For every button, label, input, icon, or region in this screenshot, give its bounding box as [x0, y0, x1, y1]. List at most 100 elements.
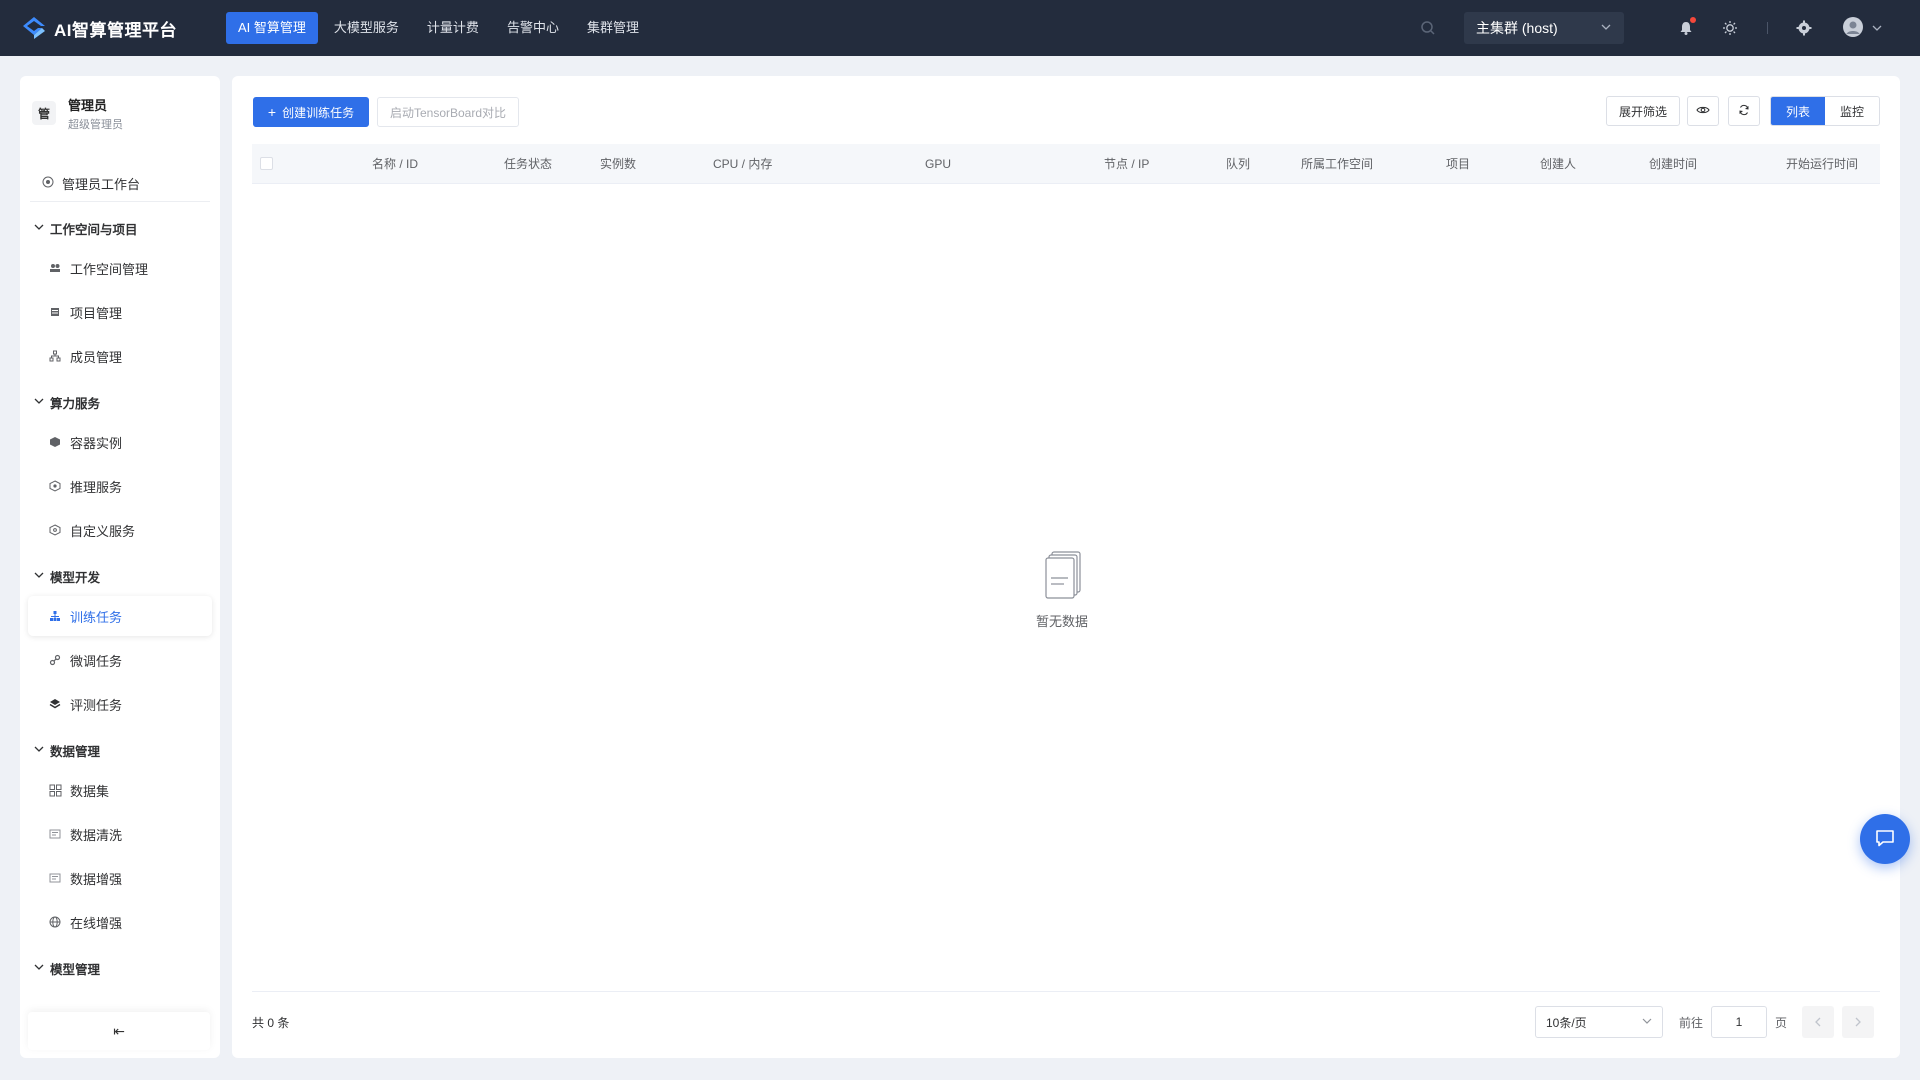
cluster-select[interactable]: 主集群 (host): [1464, 12, 1624, 44]
sidebar-item-label: 数据集: [70, 783, 110, 799]
org-icon: [48, 349, 62, 363]
column-header-project[interactable]: 项目: [1446, 144, 1470, 184]
column-header-name-id[interactable]: 名称 / ID: [372, 144, 418, 184]
view-list-tab[interactable]: 列表: [1771, 97, 1825, 125]
cluster-select-value: 主集群 (host): [1476, 20, 1558, 36]
view-monitor-tab[interactable]: 监控: [1825, 97, 1879, 125]
sidebar-group-title[interactable]: 模型管理: [20, 952, 220, 984]
column-header-instances[interactable]: 实例数: [600, 144, 636, 184]
topbar-divider: [1767, 22, 1768, 34]
sidebar-group-workspace: 工作空间与项目 工作空间管理 项目管理 成员管理: [20, 212, 220, 376]
plus-icon: +: [267, 104, 277, 120]
compass-icon: [42, 176, 54, 191]
sidebar-group-label: 模型管理: [50, 962, 101, 977]
eye-icon: [1696, 103, 1710, 120]
chevron-down-icon: [34, 743, 44, 757]
topnav-billing[interactable]: 计量计费: [415, 12, 491, 44]
sidebar-item-online-augmentation[interactable]: 在线增强: [28, 902, 212, 942]
cube-icon: [48, 435, 62, 449]
topnav-alert-center[interactable]: 告警中心: [495, 12, 571, 44]
next-page-button[interactable]: [1842, 1006, 1874, 1038]
chevron-down-icon: [1872, 21, 1882, 36]
column-header-queue[interactable]: 队列: [1226, 144, 1250, 184]
sidebar-collapse-button[interactable]: ⇤: [28, 1012, 210, 1050]
sidebar-item-label: 容器实例: [70, 435, 123, 451]
sidebar-item-data-cleaning[interactable]: 数据清洗: [28, 814, 212, 854]
column-header-creator[interactable]: 创建人: [1540, 144, 1576, 184]
search-icon[interactable]: [1420, 20, 1436, 39]
column-header-cpu-memory[interactable]: CPU / 内存: [713, 144, 772, 184]
chevron-right-icon: [1854, 1015, 1862, 1030]
topnav-cluster-management[interactable]: 集群管理: [575, 12, 651, 44]
grid-icon: [48, 783, 62, 797]
tensorboard-compare-button[interactable]: 启动TensorBoard对比: [377, 97, 519, 127]
theme-sun-icon[interactable]: [1718, 16, 1742, 40]
doc-icon: [48, 827, 62, 841]
column-header-workspace[interactable]: 所属工作空间: [1301, 144, 1373, 184]
view-toggle: 列表 监控: [1770, 96, 1880, 126]
sidebar-item-label: 数据增强: [70, 871, 123, 887]
sidebar-item-inference-service[interactable]: 推理服务: [28, 466, 212, 506]
sidebar-item-workspace-management[interactable]: 工作空间管理: [28, 248, 212, 288]
sidebar-group-model-management: 模型管理: [20, 952, 220, 984]
sidebar-item-member-management[interactable]: 成员管理: [28, 336, 212, 376]
sidebar-group-compute: 算力服务 容器实例 推理服务 自定义服务: [20, 386, 220, 550]
sidebar-group-label: 算力服务: [50, 396, 101, 411]
refresh-button[interactable]: [1728, 96, 1760, 126]
sidebar-item-custom-service[interactable]: 自定义服务: [28, 510, 212, 550]
user-card: 管 管理员 超级管理员: [20, 76, 220, 136]
column-header-node-ip[interactable]: 节点 / IP: [1104, 144, 1149, 184]
sidebar-item-label: 项目管理: [70, 305, 123, 321]
column-header-created-time[interactable]: 创建时间: [1649, 144, 1697, 184]
sidebar-item-label: 在线增强: [70, 915, 123, 931]
sidebar-item-data-augmentation[interactable]: 数据增强: [28, 858, 212, 898]
list-icon: [48, 305, 62, 319]
sidebar-group-label: 数据管理: [50, 744, 101, 759]
sidebar-item-training-task[interactable]: 训练任务: [28, 596, 212, 636]
sidebar-item-evaluation-task[interactable]: 评测任务: [28, 684, 212, 724]
sidebar-item-label: 评测任务: [70, 697, 123, 713]
logo-icon: [20, 14, 48, 42]
create-training-task-button[interactable]: + 创建训练任务: [253, 97, 369, 127]
sidebar-group-title[interactable]: 模型开发: [20, 560, 220, 592]
sidebar-item-label: 推理服务: [70, 479, 123, 495]
sidebar-item-label: 训练任务: [70, 609, 123, 625]
top-navbar: AI智算管理平台 AI 智算管理 大模型服务 计量计费 告警中心 集群管理 主集…: [0, 0, 1920, 56]
chevron-down-icon: [34, 395, 44, 409]
gear-icon[interactable]: [1792, 16, 1816, 40]
column-header-status[interactable]: 任务状态: [504, 144, 552, 184]
column-visibility-button[interactable]: [1687, 96, 1719, 126]
bell-icon[interactable]: [1674, 16, 1698, 40]
sidebar-item-label: 成员管理: [70, 349, 123, 365]
prev-page-button[interactable]: [1802, 1006, 1834, 1038]
goto-label: 前往: [1679, 1016, 1704, 1030]
create-training-task-label: 创建训练任务: [282, 105, 355, 120]
user-name: 管理员: [68, 97, 108, 113]
chat-icon: [1874, 827, 1896, 852]
sidebar-item-admin-workbench[interactable]: 管理员工作台: [30, 166, 210, 202]
sidebar-group-title[interactable]: 工作空间与项目: [20, 212, 220, 244]
sidebar-item-container-instance[interactable]: 容器实例: [28, 422, 212, 462]
link-icon: [48, 653, 62, 667]
sidebar-group-title[interactable]: 数据管理: [20, 734, 220, 766]
user-role: 超级管理员: [68, 118, 123, 131]
app-logo[interactable]: AI智算管理平台: [20, 14, 206, 42]
column-header-gpu[interactable]: GPU: [925, 144, 951, 184]
column-header-start-time[interactable]: 开始运行时间: [1786, 144, 1858, 184]
page-size-select[interactable]: 10条/页: [1535, 1006, 1663, 1038]
user-menu[interactable]: [1842, 16, 1882, 40]
chat-button[interactable]: [1860, 814, 1910, 864]
sidebar-item-finetune-task[interactable]: 微调任务: [28, 640, 212, 680]
sidebar-group-data-management: 数据管理 数据集 数据清洗 数据增强 在线增强: [20, 734, 220, 942]
topnav-llm-service[interactable]: 大模型服务: [322, 12, 411, 44]
expand-filter-button[interactable]: 展开筛选: [1606, 96, 1680, 126]
topnav-ai-compute[interactable]: AI 智算管理: [226, 12, 318, 44]
avatar-icon: [1842, 16, 1864, 41]
sidebar-item-project-management[interactable]: 项目管理: [28, 292, 212, 332]
refresh-icon: [1738, 104, 1750, 119]
sidebar-group-title[interactable]: 算力服务: [20, 386, 220, 418]
sidebar-item-dataset[interactable]: 数据集: [28, 770, 212, 810]
select-all-checkbox[interactable]: [260, 157, 273, 170]
hexagon-icon: [48, 479, 62, 493]
goto-page-input[interactable]: 1: [1711, 1006, 1767, 1038]
